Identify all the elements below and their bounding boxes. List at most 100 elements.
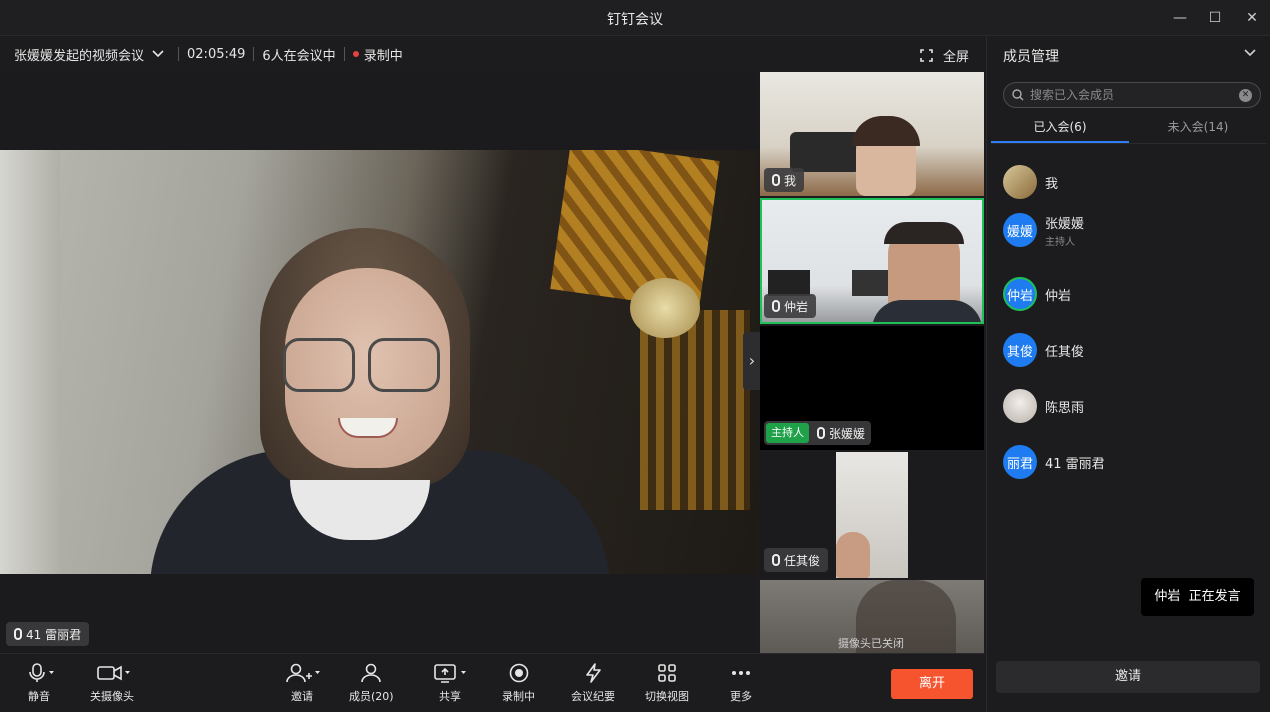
member-name: 41 雷丽君 <box>1045 456 1105 472</box>
microphone-icon <box>772 174 780 186</box>
grid-view-icon <box>656 662 678 684</box>
title-bar: 钉钉会议 — ☐ ✕ <box>0 0 1270 36</box>
main-video-stage: 41 雷丽君 <box>0 72 758 653</box>
microphone-icon <box>772 554 780 566</box>
main-video-name: 41 雷丽君 <box>26 627 82 642</box>
avatar <box>1003 389 1037 423</box>
avatar: 丽君 <box>1003 445 1037 479</box>
share-button[interactable]: 共享 <box>432 662 468 708</box>
members-button[interactable]: 成员(20) <box>349 662 394 708</box>
participant-count: 6人在会议中 <box>262 48 336 64</box>
switch-view-button[interactable]: 切换视图 <box>645 662 689 708</box>
screen-share-icon <box>432 662 468 684</box>
avatar: 仲岩 <box>1003 277 1037 311</box>
minimize-icon[interactable]: — <box>1168 6 1192 30</box>
speaking-indicator: 仲岩 正在发言 <box>1141 578 1254 616</box>
search-input[interactable] <box>1030 88 1230 102</box>
bottom-toolbar: 静音 关摄像头 邀请 成员(20) 共享 录制中 会议纪要 切换视图 更多 离开 <box>0 653 985 712</box>
microphone-icon <box>817 427 825 439</box>
recording-label: 录制中 <box>502 690 535 703</box>
panel-title: 成员管理 <box>1003 49 1059 65</box>
tab-not-joined[interactable]: 未入会(14) <box>1129 116 1267 143</box>
mute-button[interactable]: 静音 <box>24 662 54 708</box>
tile-name-tag: 主持人 张媛媛 <box>764 421 872 445</box>
speaking-status: 正在发言 <box>1188 589 1241 604</box>
add-user-icon <box>284 662 320 684</box>
more-label: 更多 <box>730 690 752 703</box>
member-name: 张媛媛 <box>1045 216 1085 232</box>
panel-invite-button[interactable]: 邀请 <box>996 661 1260 693</box>
member-item[interactable]: 其俊 任其俊 <box>1003 330 1263 370</box>
tab-joined[interactable]: 已入会(6) <box>991 116 1129 143</box>
tile-name: 仲岩 <box>784 299 809 314</box>
member-item[interactable]: 仲岩 仲岩 <box>1003 274 1263 314</box>
member-name: 我 <box>1045 176 1059 192</box>
meeting-info-bar: 张媛媛发起的视频会议 02:05:49 6人在会议中 录制中 全屏 <box>0 36 985 72</box>
lightning-note-icon <box>582 662 604 684</box>
fullscreen-icon <box>920 49 933 62</box>
tile-name: 任其俊 <box>784 553 821 568</box>
main-video-name-tag: 41 雷丽君 <box>6 622 90 646</box>
camera-off-status: 摄像头已关闭 <box>838 637 904 650</box>
tile-name-tag: 任其俊 <box>764 548 829 572</box>
clear-icon[interactable]: ✕ <box>1239 89 1252 102</box>
leave-button[interactable]: 离开 <box>891 669 973 699</box>
member-item[interactable]: 我 <box>1003 162 1263 202</box>
video-tile-camera-off[interactable]: 摄像头已关闭 <box>760 580 984 653</box>
users-icon <box>359 662 383 684</box>
host-badge: 主持人 <box>766 423 809 443</box>
tile-name-tag: 我 <box>764 168 805 192</box>
invite-label: 邀请 <box>291 690 313 703</box>
minutes-label: 会议纪要 <box>571 690 615 703</box>
members-label: 成员(20) <box>349 690 394 703</box>
microphone-icon <box>24 662 54 684</box>
tile-name-tag: 仲岩 <box>764 294 817 318</box>
fullscreen-button[interactable]: 全屏 <box>920 46 969 65</box>
microphone-icon <box>14 628 22 640</box>
member-name: 陈思雨 <box>1045 400 1085 416</box>
chevron-down-icon[interactable] <box>1244 45 1256 61</box>
video-tile-active-speaker[interactable]: 仲岩 <box>760 198 984 324</box>
minutes-button[interactable]: 会议纪要 <box>571 662 615 708</box>
switch-view-label: 切换视图 <box>645 690 689 703</box>
camera-label: 关摄像头 <box>90 690 134 703</box>
recording-dot-icon <box>352 51 359 57</box>
member-name: 任其俊 <box>1045 344 1085 360</box>
member-role: 主持人 <box>1045 236 1075 248</box>
close-icon[interactable]: ✕ <box>1240 6 1264 30</box>
speaker-name: 仲岩 <box>1154 589 1181 604</box>
maximize-icon[interactable]: ☐ <box>1203 6 1227 30</box>
avatar <box>1003 165 1037 199</box>
avatar: 其俊 <box>1003 333 1037 367</box>
recording-button[interactable]: 录制中 <box>502 662 535 708</box>
video-tile-me[interactable]: 我 <box>760 72 984 196</box>
tile-name: 我 <box>784 173 797 188</box>
window-title: 钉钉会议 <box>607 12 663 28</box>
video-tile-host[interactable]: 主持人 张媛媛 <box>760 326 984 450</box>
meeting-duration: 02:05:49 <box>187 46 246 62</box>
member-item[interactable]: 丽君 41 雷丽君 <box>1003 442 1263 482</box>
member-name: 仲岩 <box>1045 288 1072 304</box>
recording-status: 录制中 <box>363 48 403 64</box>
more-icon <box>730 662 752 684</box>
search-icon <box>1012 89 1024 101</box>
member-search[interactable]: ✕ <box>1003 82 1261 108</box>
chevron-right-icon[interactable]: › <box>743 332 761 390</box>
member-tabs: 已入会(6) 未入会(14) <box>991 116 1267 144</box>
avatar: 媛媛 <box>1003 213 1037 247</box>
share-label: 共享 <box>439 690 461 703</box>
chevron-down-icon[interactable] <box>152 47 164 62</box>
video-tile-participant[interactable]: 任其俊 <box>760 452 984 578</box>
record-icon <box>508 662 530 684</box>
camera-button[interactable]: 关摄像头 <box>90 662 134 708</box>
invite-button[interactable]: 邀请 <box>284 662 320 708</box>
fullscreen-label: 全屏 <box>942 50 969 65</box>
more-button[interactable]: 更多 <box>730 662 752 708</box>
mute-label: 静音 <box>28 690 50 703</box>
microphone-icon <box>772 300 780 312</box>
member-item[interactable]: 媛媛 张媛媛 主持人 <box>1003 210 1263 250</box>
meeting-name[interactable]: 张媛媛发起的视频会议 <box>14 45 144 64</box>
tile-name: 张媛媛 <box>829 426 866 441</box>
main-video[interactable] <box>0 150 758 574</box>
member-item[interactable]: 陈思雨 <box>1003 386 1263 426</box>
